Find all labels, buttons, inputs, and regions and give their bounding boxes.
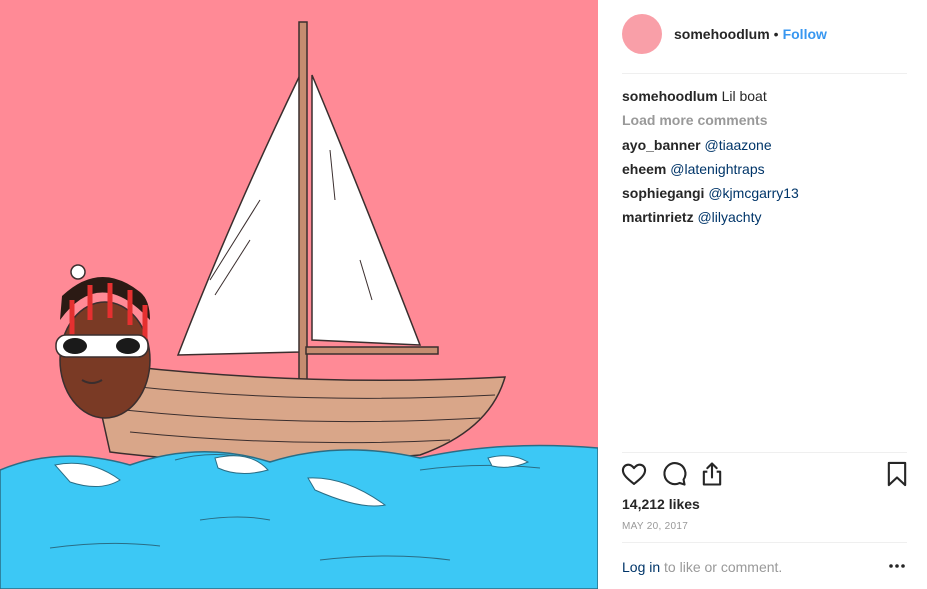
- comment-username[interactable]: eheem: [622, 161, 666, 177]
- comment-item: ayo_banner @tiaazone: [622, 135, 907, 159]
- post-sidebar: somehoodlum • Follow somehoodlum Lil boa…: [598, 0, 927, 589]
- post-date[interactable]: MAY 20, 2017: [622, 521, 688, 532]
- heart-icon[interactable]: [620, 460, 648, 488]
- likes-count[interactable]: 14,212 likes: [622, 496, 700, 512]
- bookmark-icon[interactable]: [883, 460, 911, 488]
- login-link[interactable]: Log in: [622, 559, 660, 575]
- header-username[interactable]: somehoodlum: [674, 26, 770, 42]
- comment-mention[interactable]: @lilyachty: [697, 209, 761, 225]
- comment-icon[interactable]: [660, 460, 688, 488]
- avatar[interactable]: [622, 14, 662, 54]
- follow-button[interactable]: Follow: [783, 26, 827, 42]
- lil-boat-illustration: [0, 0, 598, 589]
- comments-list: somehoodlum Lil boat Load more comments …: [622, 86, 907, 231]
- comment-item: martinrietz @lilyachty: [622, 207, 907, 231]
- more-options-icon[interactable]: [887, 556, 907, 576]
- share-icon[interactable]: [698, 460, 726, 488]
- comment-mention[interactable]: @kjmcgarry13: [708, 185, 798, 201]
- login-divider: [622, 542, 907, 543]
- comment-username[interactable]: martinrietz: [622, 209, 694, 225]
- comment-item: eheem @latenightraps: [622, 159, 907, 183]
- comment-mention[interactable]: @tiaazone: [704, 137, 771, 153]
- comment-username[interactable]: ayo_banner: [622, 137, 701, 153]
- login-prompt: Log in to like or comment.: [622, 559, 907, 575]
- action-bar: [620, 460, 907, 490]
- caption: somehoodlum Lil boat: [622, 86, 907, 110]
- separator-dot: •: [773, 26, 779, 42]
- header-divider: [622, 73, 907, 74]
- actions-divider: [622, 452, 907, 453]
- post-image[interactable]: [0, 0, 598, 589]
- comment-mention[interactable]: @latenightraps: [670, 161, 764, 177]
- load-more-comments-button[interactable]: Load more comments: [622, 110, 907, 135]
- comment-username[interactable]: sophiegangi: [622, 185, 704, 201]
- instagram-post: somehoodlum • Follow somehoodlum Lil boa…: [0, 0, 927, 589]
- comment-item: sophiegangi @kjmcgarry13: [622, 183, 907, 207]
- caption-username[interactable]: somehoodlum: [622, 88, 718, 104]
- caption-text: Lil boat: [721, 88, 767, 104]
- post-header: somehoodlum • Follow: [622, 14, 907, 54]
- login-prompt-text: to like or comment.: [660, 559, 783, 575]
